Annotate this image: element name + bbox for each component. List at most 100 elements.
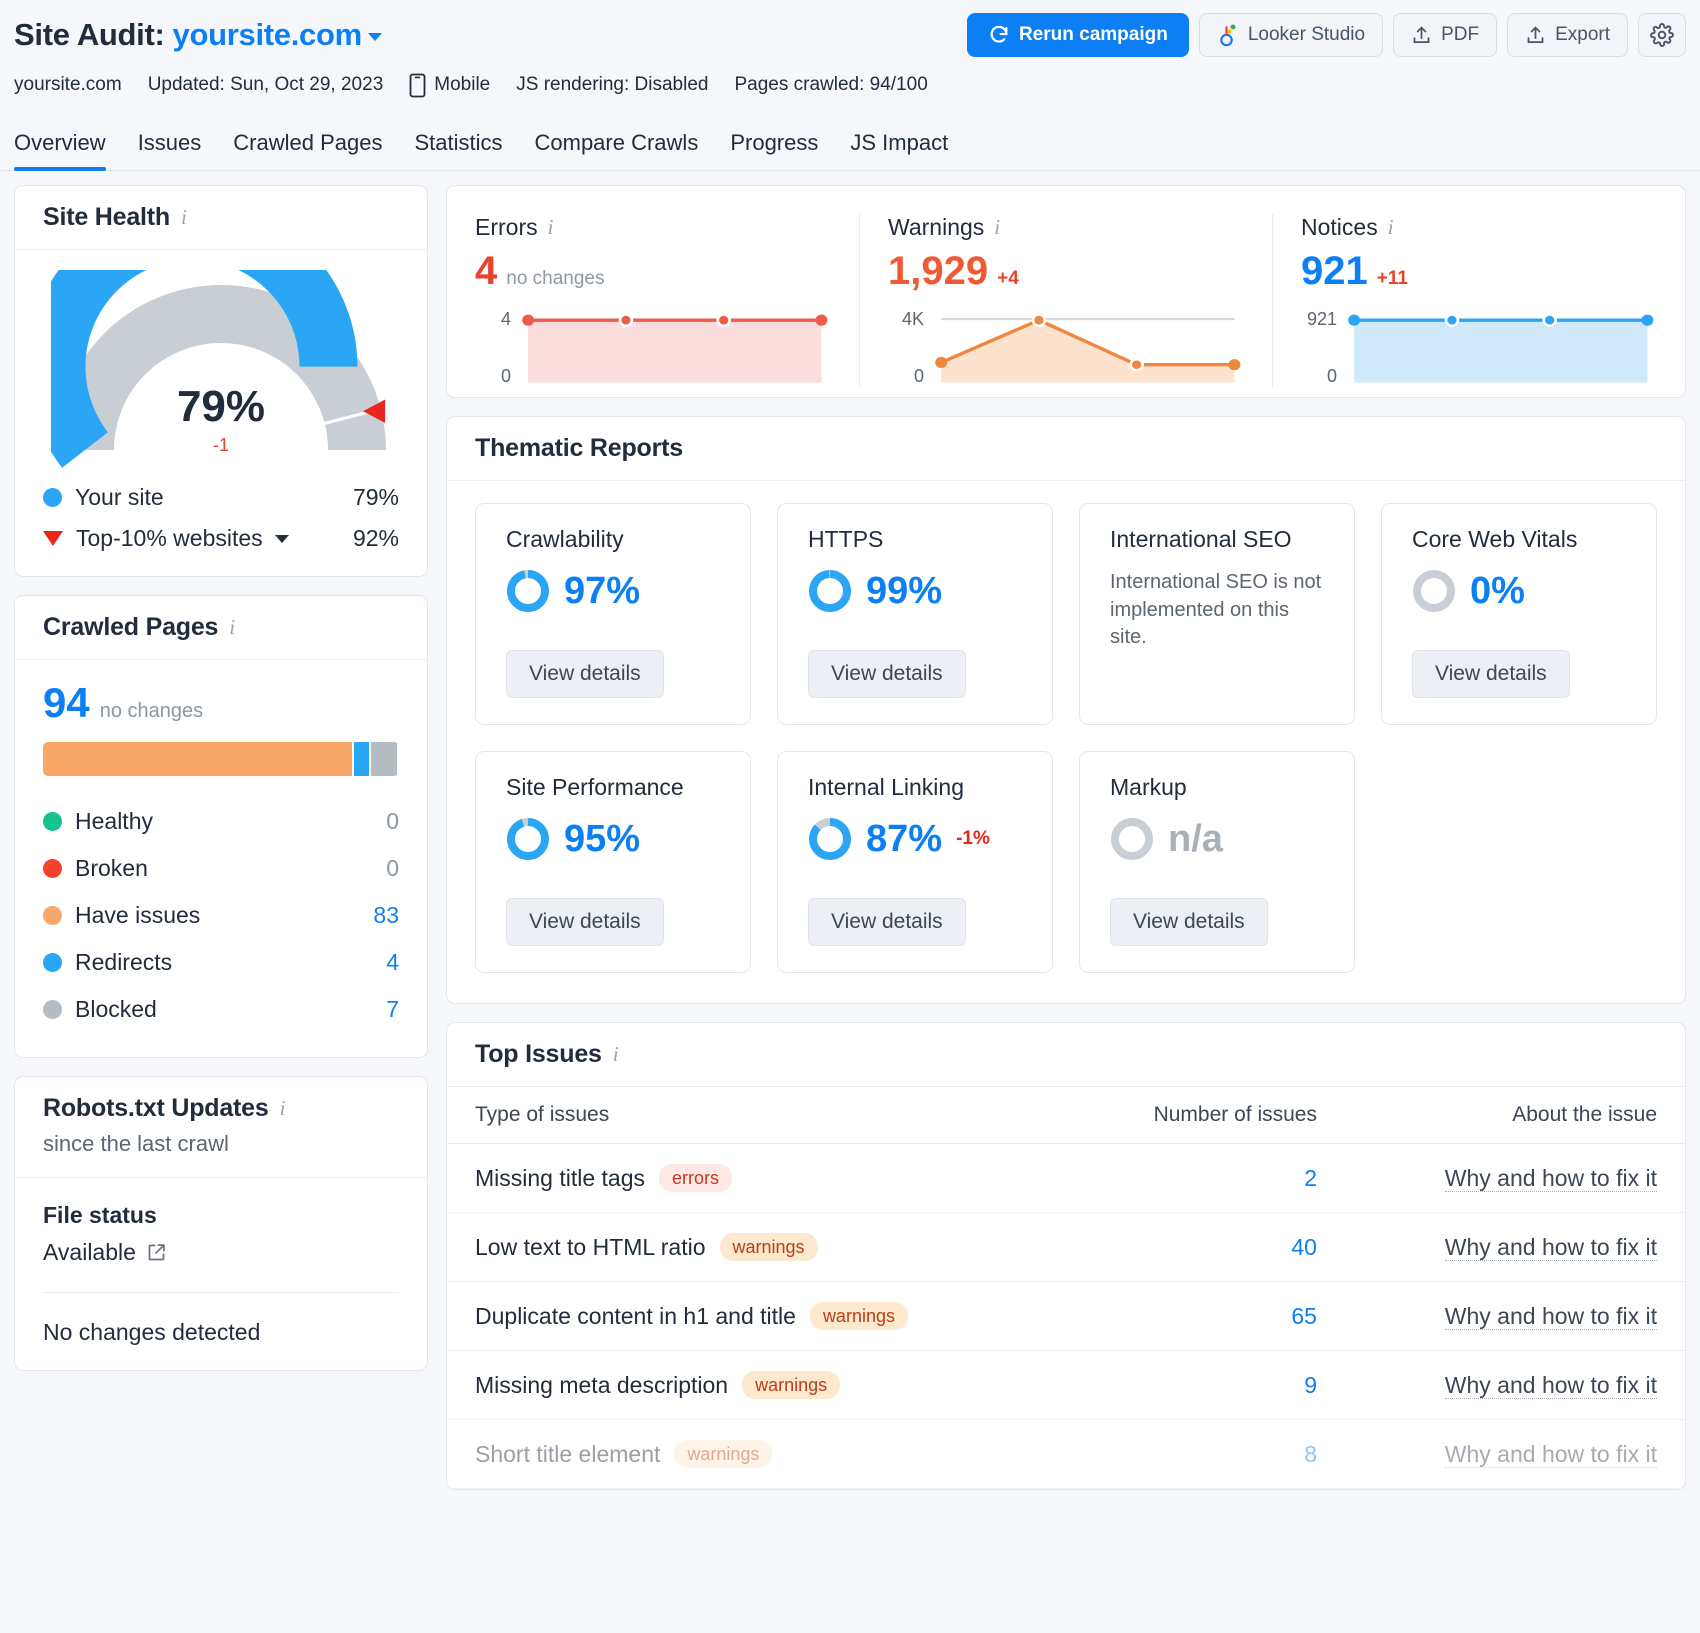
issue-about-cell: Why and how to fix it bbox=[1345, 1282, 1685, 1351]
why-and-how-to-fix-it-link[interactable]: Why and how to fix it bbox=[1445, 1234, 1657, 1261]
issue-count-link[interactable]: 8 bbox=[1304, 1441, 1317, 1467]
left-column: Site Health i bbox=[14, 185, 428, 1371]
stat-warnings[interactable]: Warnings i 1,929 +4 4K 0 bbox=[859, 214, 1272, 387]
stat-notices-delta: +11 bbox=[1377, 268, 1408, 290]
view-details-button[interactable]: View details bbox=[808, 650, 966, 698]
crawled-pages-legend-healthy[interactable]: Healthy 0 bbox=[43, 798, 399, 845]
tab-statistics[interactable]: Statistics bbox=[414, 126, 502, 170]
looker-studio-button[interactable]: Looker Studio bbox=[1199, 13, 1383, 57]
legend-value[interactable]: 4 bbox=[386, 949, 399, 976]
stat-notices[interactable]: Notices i 921 +11 921 0 bbox=[1272, 214, 1685, 387]
crawled-pages-legend-have-issues[interactable]: Have issues 83 bbox=[43, 892, 399, 939]
thematic-card-score-row: 87%-1% bbox=[808, 817, 1022, 861]
thematic-report-card[interactable]: Crawlability 97% View details bbox=[475, 503, 751, 725]
tab-crawled-pages[interactable]: Crawled Pages bbox=[233, 126, 382, 170]
table-row[interactable]: Low text to HTML ratiowarnings40Why and … bbox=[447, 1213, 1685, 1282]
page-title-prefix: Site Audit: bbox=[14, 17, 165, 52]
crawled-pages-legend-broken[interactable]: Broken 0 bbox=[43, 845, 399, 892]
issue-count-link[interactable]: 9 bbox=[1304, 1372, 1317, 1398]
view-details-button[interactable]: View details bbox=[1412, 650, 1570, 698]
nav-tabs: Overview Issues Crawled Pages Statistics… bbox=[0, 126, 1700, 171]
external-link-icon[interactable] bbox=[146, 1242, 167, 1263]
stat-errors-value-row: 4 no changes bbox=[475, 251, 831, 291]
legend-value[interactable]: 7 bbox=[386, 996, 399, 1023]
axis-top-label: 921 bbox=[1301, 309, 1337, 330]
tab-progress[interactable]: Progress bbox=[730, 126, 818, 170]
pdf-export-button[interactable]: PDF bbox=[1393, 13, 1497, 57]
info-icon[interactable]: i bbox=[229, 615, 235, 640]
status-badge: warnings bbox=[810, 1302, 908, 1330]
tab-compare-crawls[interactable]: Compare Crawls bbox=[535, 126, 699, 170]
file-status-value-row[interactable]: Available bbox=[43, 1239, 399, 1266]
thematic-report-card[interactable]: Site Performance95%View details bbox=[475, 751, 751, 973]
main-content: Site Health i bbox=[0, 171, 1700, 1504]
issue-count-link[interactable]: 40 bbox=[1291, 1234, 1317, 1260]
issue-count-link[interactable]: 2 bbox=[1304, 1165, 1317, 1191]
stat-errors-value: 4 bbox=[475, 251, 497, 291]
info-icon[interactable]: i bbox=[994, 215, 1000, 240]
info-icon[interactable]: i bbox=[181, 205, 187, 230]
stat-errors-axis: 4 0 bbox=[475, 309, 521, 387]
site-audit-page: Site Audit:yoursite.com Rerun campaign bbox=[0, 0, 1700, 1633]
crawled-pages-legend-blocked[interactable]: Blocked 7 bbox=[43, 986, 399, 1033]
top-issues-tbody: Missing title tagserrors2Why and how to … bbox=[447, 1144, 1685, 1489]
thematic-report-card[interactable]: International SEOInternational SEO is no… bbox=[1079, 503, 1355, 725]
meta-row: yoursite.com Updated: Sun, Oct 29, 2023 … bbox=[14, 70, 1686, 100]
stat-warnings-value: 1,929 bbox=[888, 251, 988, 291]
tab-js-impact[interactable]: JS Impact bbox=[850, 126, 948, 170]
thematic-card-score-row: 95% bbox=[506, 817, 720, 861]
chevron-down-icon[interactable] bbox=[275, 535, 289, 543]
table-row[interactable]: Duplicate content in h1 and titlewarning… bbox=[447, 1282, 1685, 1351]
stat-errors[interactable]: Errors i 4 no changes 4 0 bbox=[447, 214, 859, 387]
view-details-button[interactable]: View details bbox=[506, 898, 664, 946]
thematic-reports-title: Thematic Reports bbox=[475, 434, 683, 463]
donut-progress-icon bbox=[1110, 817, 1154, 861]
issue-count-link[interactable]: 65 bbox=[1291, 1303, 1317, 1329]
issues-summary-card: Errors i 4 no changes 4 0 bbox=[446, 185, 1686, 398]
stacked-bar-segment[interactable] bbox=[43, 742, 352, 776]
top-issues-title: Top Issues bbox=[475, 1040, 602, 1069]
export-label: Export bbox=[1555, 24, 1610, 46]
info-icon[interactable]: i bbox=[548, 215, 554, 240]
table-row[interactable]: Missing title tagserrors2Why and how to … bbox=[447, 1144, 1685, 1213]
why-and-how-to-fix-it-link[interactable]: Why and how to fix it bbox=[1445, 1441, 1657, 1468]
mobile-icon bbox=[409, 73, 426, 98]
robots-txt-title: Robots.txt Updates bbox=[43, 1094, 269, 1123]
legend-value[interactable]: 83 bbox=[373, 902, 399, 929]
info-icon[interactable]: i bbox=[1388, 215, 1394, 240]
chevron-down-icon[interactable] bbox=[368, 33, 382, 41]
top-issues-table: Type of issues Number of issues About th… bbox=[447, 1086, 1685, 1489]
thematic-card-value: 97% bbox=[564, 572, 640, 610]
thematic-report-card[interactable]: Core Web Vitals0%View details bbox=[1381, 503, 1657, 725]
stacked-bar-segment[interactable] bbox=[354, 742, 369, 776]
view-details-button[interactable]: View details bbox=[1110, 898, 1268, 946]
tab-overview[interactable]: Overview bbox=[14, 126, 106, 170]
thematic-report-card[interactable]: Markupn/aView details bbox=[1079, 751, 1355, 973]
crawled-pages-total: 94 bbox=[43, 682, 90, 724]
thematic-card-title: Crawlability bbox=[506, 526, 720, 553]
meta-pages-crawled: Pages crawled: 94/100 bbox=[734, 74, 927, 96]
table-row[interactable]: Missing meta descriptionwarnings9Why and… bbox=[447, 1351, 1685, 1420]
issue-type-label: Low text to HTML ratio bbox=[475, 1234, 706, 1261]
view-details-button[interactable]: View details bbox=[506, 650, 664, 698]
export-button[interactable]: Export bbox=[1507, 13, 1628, 57]
issue-count-cell: 2 bbox=[1067, 1144, 1345, 1213]
tab-issues[interactable]: Issues bbox=[138, 126, 202, 170]
why-and-how-to-fix-it-link[interactable]: Why and how to fix it bbox=[1445, 1372, 1657, 1399]
legend-top-10[interactable]: Top-10% websites 92% bbox=[43, 525, 399, 552]
settings-button[interactable] bbox=[1638, 13, 1686, 57]
rerun-campaign-button[interactable]: Rerun campaign bbox=[967, 13, 1189, 57]
info-icon[interactable]: i bbox=[280, 1096, 286, 1121]
stacked-bar-segment[interactable] bbox=[371, 742, 397, 776]
crawled-pages-legend-redirects[interactable]: Redirects 4 bbox=[43, 939, 399, 986]
thematic-report-card[interactable]: Internal Linking87%-1%View details bbox=[777, 751, 1053, 973]
why-and-how-to-fix-it-link[interactable]: Why and how to fix it bbox=[1445, 1165, 1657, 1192]
why-and-how-to-fix-it-link[interactable]: Why and how to fix it bbox=[1445, 1303, 1657, 1330]
view-details-button[interactable]: View details bbox=[808, 898, 966, 946]
axis-top-label: 4 bbox=[475, 309, 511, 330]
domain-selector[interactable]: yoursite.com bbox=[173, 17, 362, 52]
table-row[interactable]: Short title elementwarnings8Why and how … bbox=[447, 1420, 1685, 1489]
thematic-report-card[interactable]: HTTPS99%View details bbox=[777, 503, 1053, 725]
thematic-card-title: International SEO bbox=[1110, 526, 1324, 553]
info-icon[interactable]: i bbox=[613, 1042, 619, 1067]
